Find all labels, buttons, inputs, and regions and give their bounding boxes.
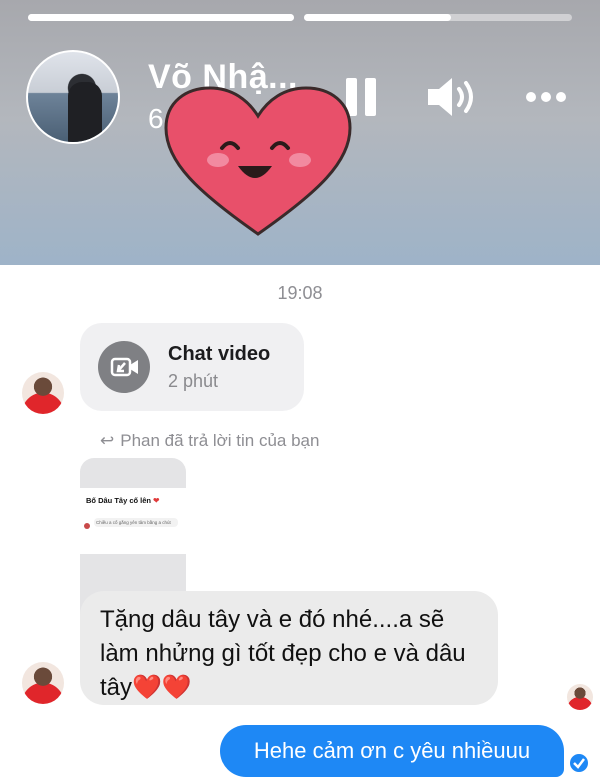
story-header: Võ Nhậ... 6 phút xyxy=(0,0,600,265)
heart-sticker xyxy=(164,86,352,236)
progress-fill-2 xyxy=(304,14,452,21)
progress-fill-1 xyxy=(28,14,294,21)
video-call-icon xyxy=(98,341,150,393)
preview-title: Bố Dâu Tây cố lên ❤ xyxy=(86,496,160,505)
delivered-check-icon xyxy=(568,752,590,774)
preview-avatar xyxy=(84,523,90,529)
preview-card: Bố Dâu Tây cố lên ❤ Chiều a cố gắng yên … xyxy=(80,488,186,554)
preview-text: Chiều a cố gắng yên tâm bằng a chút xyxy=(94,518,178,527)
heart-emoji: ❤️❤️ xyxy=(132,674,192,702)
more-icon[interactable] xyxy=(524,86,568,108)
chat-thread: 19:08 Chat video 2 phút ↩ Phan đã trả lời… xyxy=(0,265,600,777)
contact-avatar[interactable] xyxy=(22,662,64,704)
contact-avatar[interactable] xyxy=(22,372,64,414)
volume-icon[interactable] xyxy=(424,74,482,120)
read-receipt-avatar xyxy=(567,684,593,710)
reply-note: ↩ Phan đã trả lời tin của bạn xyxy=(100,431,319,451)
message-timestamp: 19:08 xyxy=(277,283,323,303)
sent-message-bubble[interactable]: Hehe cảm ơn c yêu nhiềuuu xyxy=(220,725,564,777)
video-call-card[interactable]: Chat video 2 phút xyxy=(80,323,304,411)
story-avatar[interactable] xyxy=(26,50,120,144)
reply-note-text: Phan đã trả lời tin của bạn xyxy=(120,431,320,450)
reply-arrow-icon: ↩ xyxy=(100,431,115,450)
story-progress-bar-1 xyxy=(28,14,294,21)
video-call-title: Chat video xyxy=(168,343,271,365)
received-message-bubble[interactable]: Tặng dâu tây và e đó nhé....a sẽ làm nhử… xyxy=(80,591,498,705)
story-progress-bar-2 xyxy=(304,14,572,21)
avatar-figure xyxy=(68,82,102,142)
video-call-duration: 2 phút xyxy=(168,371,219,391)
